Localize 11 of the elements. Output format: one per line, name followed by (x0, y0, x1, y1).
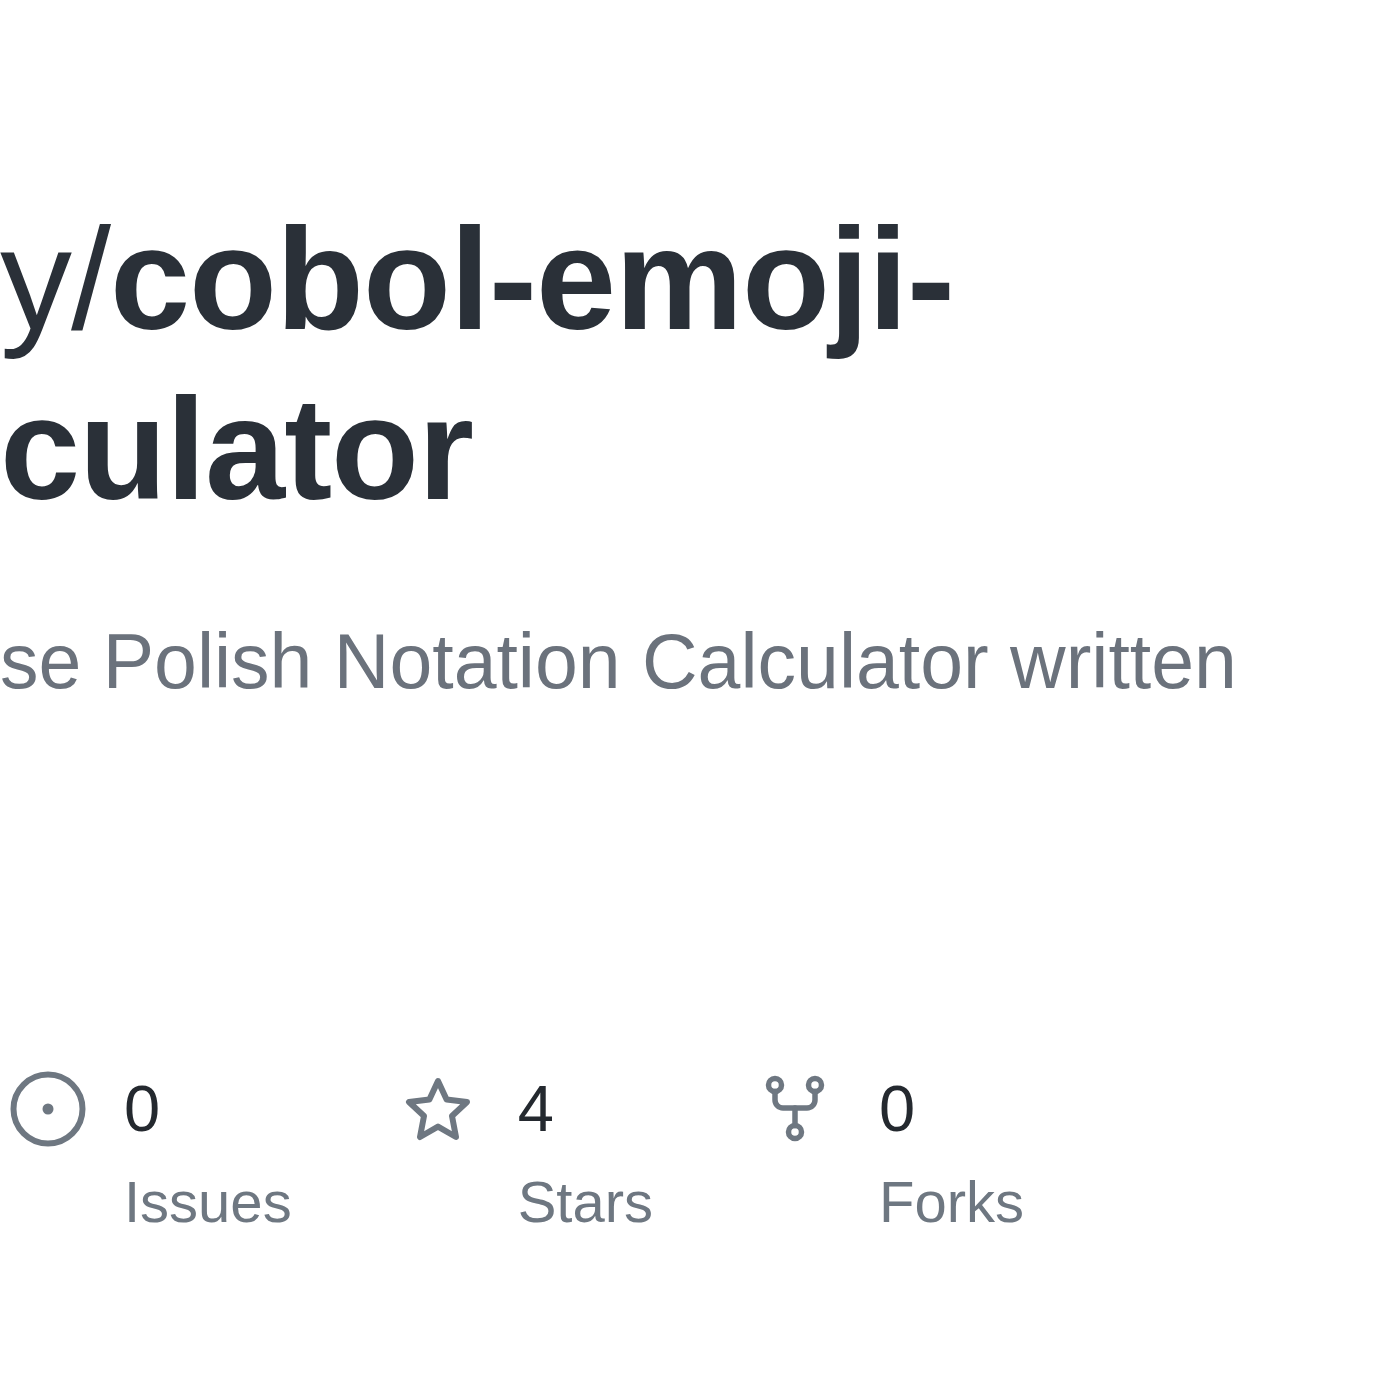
star-icon (403, 1077, 472, 1141)
circle-dot-icon (10, 1071, 86, 1147)
stat-count: 0 (124, 1071, 162, 1147)
stat-label: Issues (124, 1168, 292, 1236)
stat-label: Stars (517, 1168, 653, 1236)
stat-count: 4 (517, 1071, 555, 1147)
stat-label: Forks (879, 1168, 1024, 1236)
repository-description: se Polish Notation Calculator written (0, 617, 1237, 706)
stat-count: 0 (879, 1071, 917, 1147)
fork-icon (765, 1075, 825, 1143)
repository-title: y/cobol-emoji- culator (0, 198, 954, 532)
